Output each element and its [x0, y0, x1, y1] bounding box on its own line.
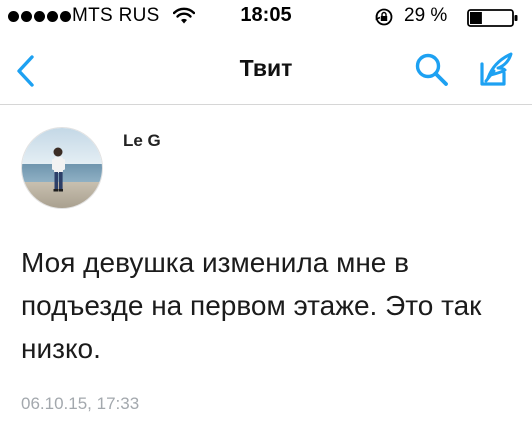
page-title: Твит: [239, 55, 293, 81]
search-icon[interactable]: [414, 52, 450, 88]
status-time: 18:05: [240, 4, 292, 26]
orientation-lock-icon: [375, 8, 393, 26]
status-bar: MTS RUS 18:05 29 %: [0, 0, 532, 36]
tweet-timestamp: 06.10.15, 17:33: [21, 394, 140, 413]
profile-photo: [22, 128, 102, 208]
battery-percent: 29 %: [404, 5, 448, 26]
author-name[interactable]: Le G: [123, 131, 161, 151]
tweet-text: Моя девушка изменила мне в подъезде на п…: [21, 247, 482, 364]
navigation-bar: Твит: [0, 36, 532, 105]
compose-icon[interactable]: [474, 51, 514, 89]
avatar[interactable]: [21, 127, 103, 209]
tweet-detail-screen: MTS RUS 18:05 29 % Твит Le G Моя девушка…: [0, 0, 532, 434]
battery-icon: [467, 9, 518, 27]
